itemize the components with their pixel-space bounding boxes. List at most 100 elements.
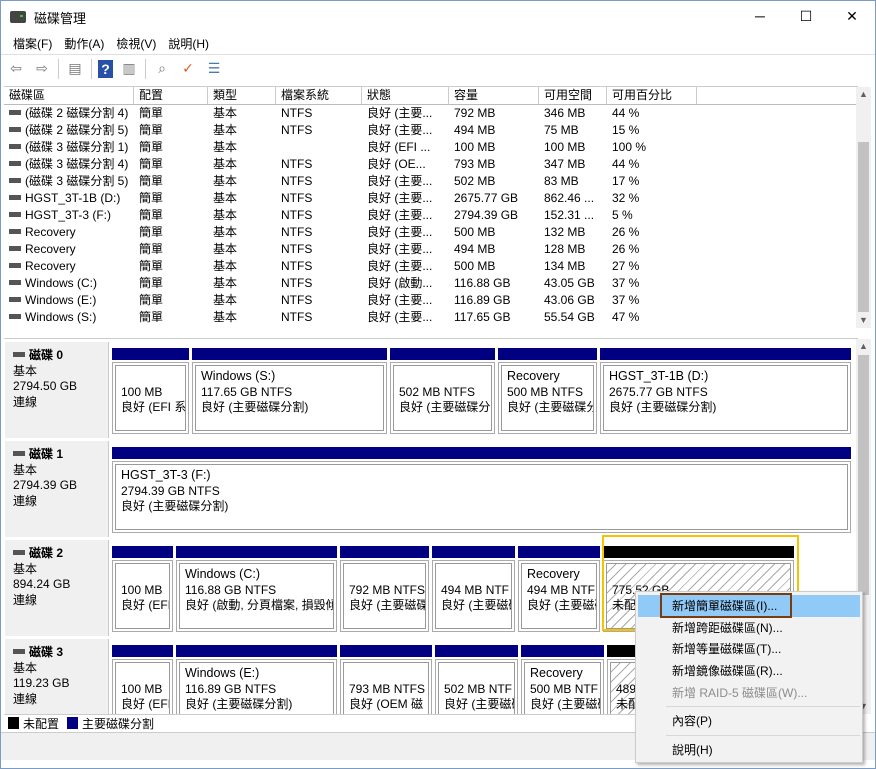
column-header[interactable]: 可用百分比 <box>607 87 697 104</box>
forward-icon[interactable]: ⇨ <box>32 60 52 78</box>
table-row[interactable]: Windows (C:) 簡單 基本 NTFS 良好 (啟動... 116.88 GB 43… <box>4 275 858 292</box>
context-menu-item[interactable]: 新增跨距磁碟區(N)... <box>638 617 860 639</box>
table-row[interactable]: Recovery 簡單 基本 NTFS 良好 (主要... 494 MB 128 MB 26 … <box>4 241 858 258</box>
table-row[interactable]: Windows (S:) 簡單 基本 NTFS 良好 (主要... 117.65 GB 55… <box>4 309 858 326</box>
partition-primary[interactable]: 100 MB 良好 (EFI <box>112 546 173 632</box>
cell-text: Recovery <box>25 242 76 256</box>
disk-label[interactable]: 磁碟 3 基本 119.23 GB 連線 <box>5 639 109 714</box>
context-menu-item[interactable]: 內容(P) <box>638 710 860 732</box>
disk-label[interactable]: 磁碟 2 基本 894.24 GB 連線 <box>5 540 109 636</box>
scroll-down-icon[interactable]: ▼ <box>856 313 871 328</box>
scroll-thumb[interactable] <box>858 355 869 595</box>
partition-line <box>444 666 509 682</box>
partition-primary[interactable]: 494 MB NTF良好 (主要磁碟 <box>432 546 515 632</box>
table-cell: 116.89 GB <box>449 292 539 309</box>
partition-primary[interactable]: Windows (C:) 116.88 GB NTFS 良好 (啟動, 分頁檔案, … <box>176 546 337 632</box>
table-cell: Windows (C:) <box>4 275 134 292</box>
disk-name: 磁碟 3 <box>13 645 108 661</box>
partition-primary[interactable]: HGST_3T-3 (F:) 2794.39 GB NTFS 良好 (主要磁碟分割) <box>112 447 851 533</box>
scroll-up-icon[interactable]: ▲ <box>856 339 871 354</box>
cell-text: 基本 <box>213 208 238 222</box>
table-row[interactable]: (磁碟 3 磁碟分割 4) 簡單 基本 NTFS 良好 (OE... 793 MB 347 … <box>4 156 858 173</box>
table-row[interactable]: HGST_3T-1B (D:) 簡單 基本 NTFS 良好 (主要... 2675.77 … <box>4 190 858 207</box>
table-row[interactable]: (磁碟 2 磁碟分割 5) 簡單 基本 NTFS 良好 (主要... 494 MB 75 M… <box>4 122 858 139</box>
maximize-button[interactable]: ☐ <box>783 1 829 31</box>
scroll-thumb[interactable] <box>858 142 869 312</box>
cell-text: 43.05 GB <box>544 276 595 290</box>
partition-primary[interactable]: HGST_3T-1B (D:) 2675.77 GB NTFS 良好 (主要磁碟分割… <box>600 348 851 434</box>
show-hide-console-tree-icon[interactable]: ▤ <box>65 60 85 78</box>
cell-text: 良好 (主要... <box>367 174 433 188</box>
partition-primary[interactable]: Windows (E:) 116.89 GB NTFS 良好 (主要磁碟分割) <box>176 645 337 714</box>
minimize-button[interactable]: ─ <box>737 1 783 31</box>
partition-primary[interactable]: Recovery 500 MB NTFS 良好 (主要磁碟分 <box>498 348 597 434</box>
volume-icon <box>9 314 21 320</box>
partition-line: Recovery <box>530 666 583 680</box>
partition-box: HGST_3T-3 (F:) 2794.39 GB NTFS 良好 (主要磁碟分割) <box>112 461 851 533</box>
scroll-up-icon[interactable]: ▲ <box>856 87 871 102</box>
cell-text: 2794.39 GB <box>454 208 519 222</box>
show-hide-action-pane-icon[interactable]: ▥ <box>119 60 139 78</box>
properties-list-icon[interactable]: ☰ <box>204 60 224 78</box>
disk-name: 磁碟 2 <box>13 546 108 562</box>
cell-text: 良好 (主要... <box>367 293 433 307</box>
disk-icon <box>13 550 25 556</box>
menu-file[interactable]: 檔案(F) <box>13 35 52 52</box>
partition-primary[interactable]: 100 MB 良好 (EFI <box>112 645 173 714</box>
context-menu-item[interactable]: 新增鏡像磁碟區(R)... <box>638 660 860 682</box>
toolbar-divider <box>58 58 59 79</box>
column-header[interactable]: 磁碟區 <box>4 87 134 104</box>
table-row[interactable]: Recovery 簡單 基本 NTFS 良好 (主要... 500 MB 132 MB 26 … <box>4 224 858 241</box>
back-icon[interactable]: ⇦ <box>6 60 26 78</box>
table-cell: 簡單 <box>134 241 208 258</box>
table-cell: 128 MB <box>539 241 607 258</box>
legend-primary: 主要磁碟分割 <box>82 716 155 731</box>
partition-info: Recovery500 MB NTF良好 (主要磁碟 <box>524 662 601 714</box>
menu-view[interactable]: 檢視(V) <box>116 35 156 52</box>
column-header[interactable]: 類型 <box>208 87 276 104</box>
partition-line: 116.89 GB NTFS <box>185 681 277 696</box>
partition-primary[interactable]: 100 MB 良好 (EFI 系 <box>112 348 189 434</box>
disk-label[interactable]: 磁碟 0 基本 2794.50 GB 連線 <box>5 342 109 438</box>
disk-label[interactable]: 磁碟 1 基本 2794.39 GB 連線 <box>5 441 109 537</box>
column-header[interactable]: 可用空間 <box>539 87 607 104</box>
menu-action[interactable]: 動作(A) <box>64 35 104 52</box>
column-header[interactable]: 容量 <box>449 87 539 104</box>
table-cell: 100 MB <box>539 139 607 156</box>
column-header[interactable]: 配置 <box>134 87 208 104</box>
cell-text: 792 MB <box>454 106 496 120</box>
context-menu-item[interactable]: 說明(H) <box>638 739 860 761</box>
partition-primary[interactable]: Windows (S:) 117.65 GB NTFS 良好 (主要磁碟分割) <box>192 348 387 434</box>
partition-primary[interactable]: Recovery494 MB NTF良好 (主要磁碟 <box>518 546 600 632</box>
table-row[interactable]: (磁碟 3 磁碟分割 5) 簡單 基本 NTFS 良好 (主要... 502 MB 83 M… <box>4 173 858 190</box>
cell-text: 簡單 <box>139 140 164 154</box>
partition-primary[interactable]: 502 MB NTFS 良好 (主要磁碟分 <box>390 348 495 434</box>
cell-text: 良好 (EFI ... <box>367 140 431 154</box>
partition-primary[interactable]: Recovery500 MB NTF良好 (主要磁碟 <box>521 645 604 714</box>
volume-list-scrollbar[interactable]: ▲ ▼ <box>856 87 871 328</box>
partition-primary[interactable]: 502 MB NTF良好 (主要磁碟 <box>435 645 518 714</box>
table-row[interactable]: Recovery 簡單 基本 NTFS 良好 (主要... 500 MB 134 MB 27 … <box>4 258 858 275</box>
partition-primary[interactable]: 793 MB NTFS 良好 (OEM 磁 <box>340 645 432 714</box>
menu-help[interactable]: 說明(H) <box>168 35 209 52</box>
table-row[interactable]: Windows (E:) 簡單 基本 NTFS 良好 (主要... 116.89 GB 43… <box>4 292 858 309</box>
table-cell: 100 % <box>607 139 697 156</box>
column-header[interactable]: 檔案系統 <box>276 87 362 104</box>
connect-disk-icon[interactable]: ⌕ <box>152 60 172 78</box>
column-header[interactable]: 狀態 <box>362 87 449 104</box>
table-row[interactable]: HGST_3T-3 (F:) 簡單 基本 NTFS 良好 (主要... 2794.39 G… <box>4 207 858 224</box>
close-button[interactable]: ✕ <box>829 1 875 31</box>
partition-primary[interactable]: 792 MB NTFS 良好 (主要磁碟 <box>340 546 429 632</box>
cell-text: 基本 <box>213 276 238 290</box>
check-icon[interactable]: ✓ <box>178 60 198 78</box>
table-cell: NTFS <box>276 241 362 258</box>
help-icon[interactable]: ? <box>98 59 113 78</box>
table-row[interactable]: (磁碟 2 磁碟分割 4) 簡單 基本 NTFS 良好 (主要... 792 MB 346 … <box>4 105 858 122</box>
cell-text: 793 MB <box>454 157 496 171</box>
partition-box: 792 MB NTFS 良好 (主要磁碟 <box>340 560 429 632</box>
context-menu-item[interactable]: 新增等量磁碟區(T)... <box>638 638 860 660</box>
partition-bar <box>340 645 432 657</box>
table-row[interactable]: (磁碟 3 磁碟分割 1) 簡單 基本 良好 (EFI ... 100 MB 100 MB… <box>4 139 858 156</box>
table-cell: 37 % <box>607 275 697 292</box>
menu-divider <box>666 735 860 736</box>
